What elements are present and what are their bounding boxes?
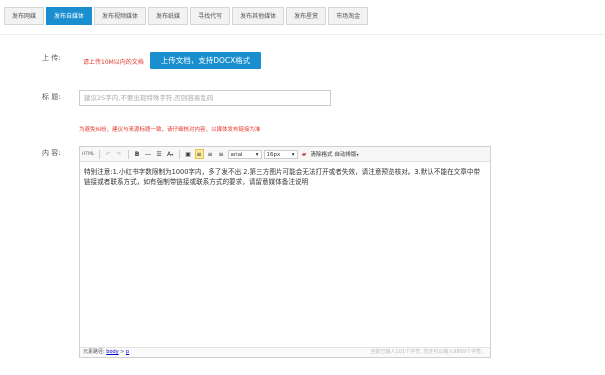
upload-label: 上 传: [42, 54, 61, 62]
toolbar-separator [127, 149, 129, 159]
upload-document-button[interactable]: 上传文档，支持DOCX格式 [150, 52, 261, 69]
element-path-p-link[interactable]: p [126, 349, 129, 355]
tab-publish-video-media[interactable]: 发布视频媒体 [94, 7, 147, 25]
rich-text-editor[interactable]: HTML ↶ ↷ B ― ☰ A ▾ ▣ ≡ ≡ ≡ arial ▾ 16px ▾ ▰… [79, 146, 491, 358]
tab-publish-other-media[interactable]: 发布其他媒体 [232, 7, 285, 25]
redo-icon[interactable]: ↷ [115, 149, 124, 159]
tab-publish-reward[interactable]: 发布星赏 [286, 7, 327, 25]
editor-content[interactable]: 特别注意:1.小红书字数限制为1000字内，多了发不出 2.第三方图片可能会无法… [84, 167, 484, 187]
tab-publish-web-media[interactable]: 发布网媒 [4, 7, 45, 25]
content-label: 内 容: [42, 149, 61, 157]
title-input[interactable] [79, 90, 331, 106]
undo-icon[interactable]: ↶ [104, 149, 113, 159]
font-size-select[interactable]: 16px ▾ [263, 149, 298, 159]
upload-hint: 请上传10M以内的文档 [83, 59, 144, 66]
editor-statusbar: 元素路径: body > p 当前已输入101个字符, 您还可以输入9899个字… [80, 347, 490, 357]
horizontal-rule-icon[interactable]: ― [144, 149, 153, 159]
bold-button[interactable]: B [133, 149, 142, 159]
clear-format-icon[interactable]: ▰ [300, 149, 309, 159]
list-icon[interactable]: ☰ [155, 149, 164, 159]
title-label: 标 题: [42, 93, 61, 101]
character-count: 当前已输入101个字符, 您还可以输入9899个字符。 [370, 349, 486, 355]
toolbar-separator [98, 149, 100, 159]
title-warning: 为避免纠纷，建议与来源标题一致，请仔细核对内容，以媒体发布链接为准 [79, 127, 261, 133]
font-family-select[interactable]: arial ▾ [227, 149, 262, 159]
align-left-icon[interactable]: ≡ [194, 149, 204, 159]
tab-bar: 发布网媒 发布自媒体 发布视频媒体 发布纸媒 寻找代写 发布其他媒体 发布星赏 … [4, 7, 369, 25]
divider [0, 34, 605, 35]
element-path-separator: > [118, 349, 127, 355]
html-source-button[interactable]: HTML [82, 149, 95, 159]
tab-publish-self-media[interactable]: 发布自媒体 [46, 7, 93, 25]
font-color-button[interactable]: A ▾ [166, 149, 175, 159]
tab-publish-print-media[interactable]: 发布纸媒 [148, 7, 189, 25]
tab-find-ghostwriter[interactable]: 寻找代写 [190, 7, 231, 25]
tab-market[interactable]: 市场淘金 [328, 7, 369, 25]
image-icon[interactable]: ▣ [184, 149, 193, 159]
toolbar-separator [178, 149, 180, 159]
align-right-icon[interactable]: ≡ [217, 149, 226, 159]
element-path-body-link[interactable]: body [106, 349, 118, 355]
align-center-icon[interactable]: ≡ [206, 149, 215, 159]
clear-format-button[interactable]: 清除格式 [311, 149, 333, 159]
editor-toolbar: HTML ↶ ↷ B ― ☰ A ▾ ▣ ≡ ≡ ≡ arial ▾ 16px ▾ ▰… [80, 147, 490, 162]
auto-layout-button[interactable]: 自动排版 ▾ [335, 149, 359, 159]
element-path-label: 元素路径: [83, 349, 105, 355]
